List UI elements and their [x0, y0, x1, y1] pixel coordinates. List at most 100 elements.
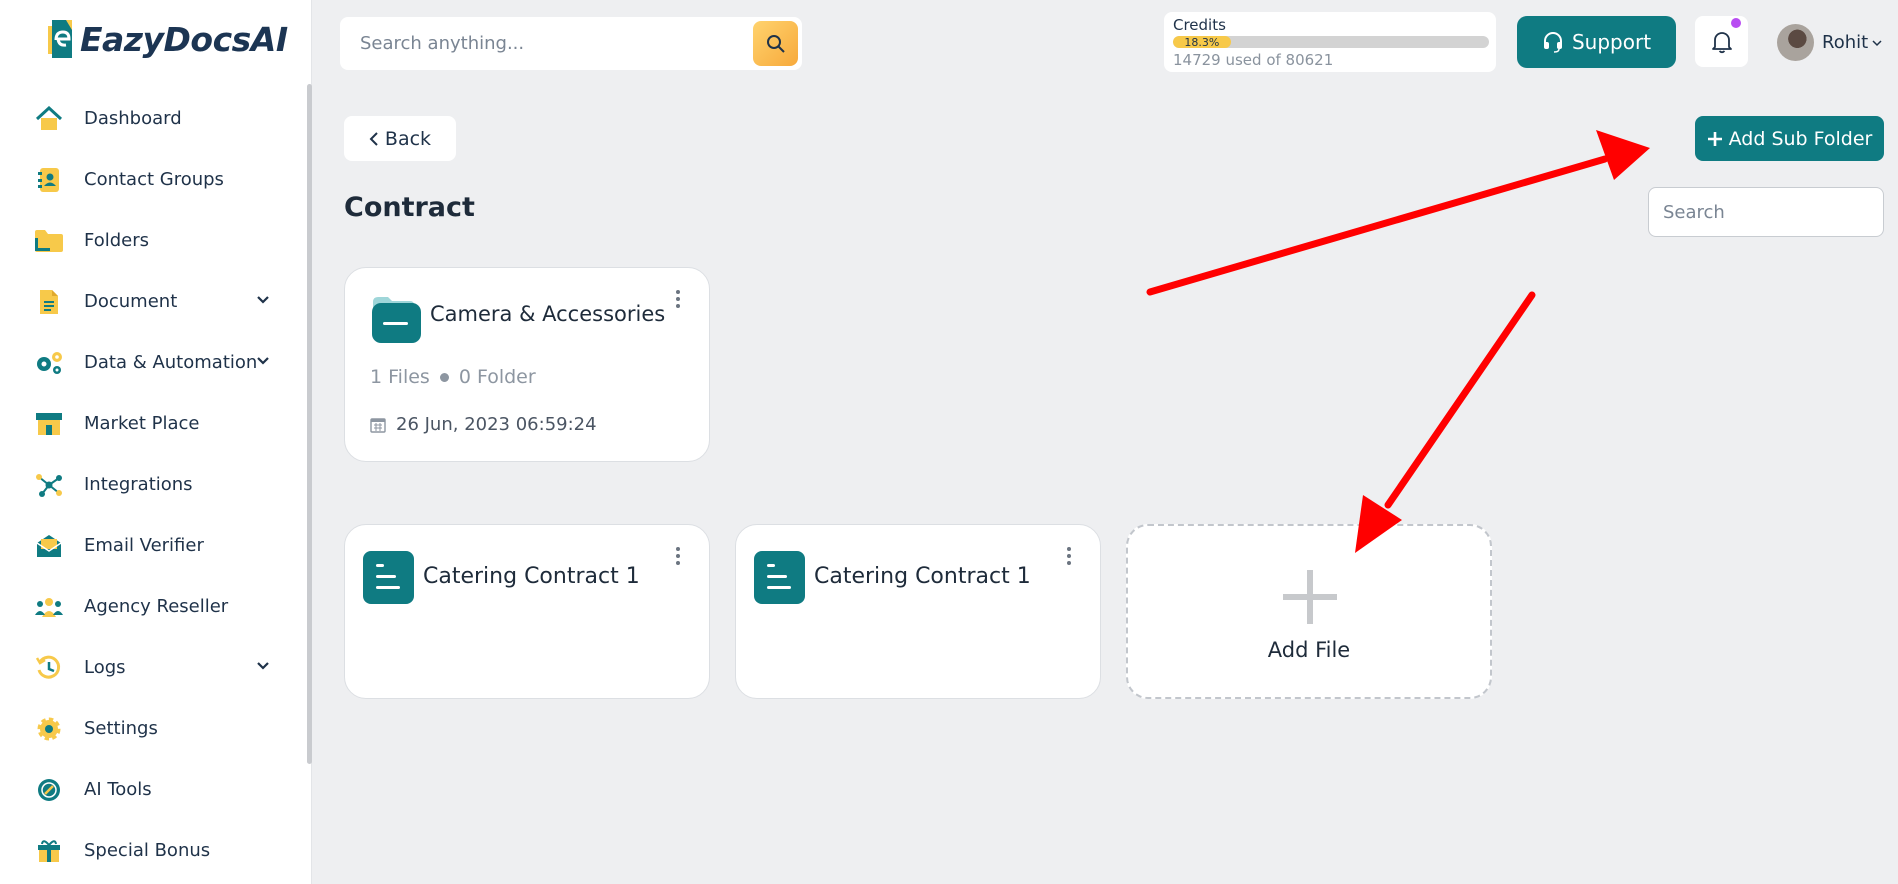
- back-label: Back: [384, 127, 432, 150]
- headset-icon: [1543, 32, 1562, 53]
- chevron-left-icon: [369, 131, 378, 146]
- more-options-icon[interactable]: [1066, 547, 1072, 565]
- plus-icon: [1283, 570, 1337, 624]
- file-name: Catering Contract 1: [423, 564, 640, 589]
- document-icon: [34, 287, 64, 317]
- global-search-input[interactable]: [360, 33, 740, 54]
- file-icon: [754, 551, 805, 604]
- file-card[interactable]: Catering Contract 1: [344, 524, 710, 699]
- contact-book-icon: [34, 165, 64, 195]
- sidebar-item-settings[interactable]: Settings: [0, 698, 300, 759]
- folder-search: [1648, 187, 1884, 237]
- folder-search-input[interactable]: [1649, 188, 1883, 236]
- annotation-arrow-to-add-sub-folder: [1146, 130, 1650, 296]
- credits-usage: 14729 used of 80621: [1173, 51, 1334, 69]
- add-file-card[interactable]: Add File: [1126, 524, 1492, 699]
- folder-folder-count: 0 Folder: [458, 366, 536, 388]
- sidebar-item-label: Folders: [84, 230, 150, 251]
- support-button[interactable]: Support: [1517, 16, 1676, 68]
- sidebar-item-label: AI Tools: [84, 779, 152, 800]
- credits-progress-bar: 18.3%: [1173, 36, 1489, 48]
- ai-tools-icon: [34, 775, 64, 805]
- notification-badge: [1731, 18, 1741, 28]
- sidebar-scrollbar[interactable]: [307, 84, 312, 764]
- sidebar-item-label: Special Bonus: [84, 840, 211, 861]
- sidebar-item-email-verifier[interactable]: Email Verifier: [0, 515, 300, 576]
- sidebar-item-label: Data & Automation: [84, 352, 258, 373]
- sidebar-item-label: Integrations: [84, 474, 193, 495]
- folder-icon: [34, 226, 64, 256]
- search-icon: [766, 34, 785, 53]
- support-label: Support: [1571, 30, 1652, 54]
- folder-date: 26 Jun, 2023 06:59:24: [370, 414, 597, 435]
- gift-icon: [34, 836, 64, 866]
- folder-date-text: 26 Jun, 2023 06:59:24: [396, 414, 597, 435]
- credits-title: Credits: [1173, 16, 1226, 34]
- credits-widget: Credits 18.3% 14729 used of 80621: [1164, 12, 1496, 72]
- chevron-down-icon[interactable]: [256, 354, 270, 368]
- folder-file-count: 1 Files: [370, 366, 430, 388]
- gear-icon: [34, 714, 64, 744]
- sidebar-item-document[interactable]: Document: [0, 271, 300, 332]
- agency-icon: [34, 592, 64, 622]
- annotation-arrow-to-add-file: [1355, 291, 1536, 553]
- file-icon: [363, 551, 414, 604]
- sidebar-item-label: Contact Groups: [84, 169, 224, 190]
- file-card[interactable]: Catering Contract 1: [735, 524, 1101, 699]
- user-menu[interactable]: Rohit: [1777, 24, 1882, 61]
- add-sub-folder-button[interactable]: Add Sub Folder: [1695, 116, 1884, 161]
- chevron-down-icon: [1872, 39, 1882, 46]
- back-button[interactable]: Back: [344, 116, 456, 161]
- sidebar-item-ai-tools[interactable]: AI Tools: [0, 759, 300, 820]
- folder-card[interactable]: Camera & Accessories 1 Files 0 Folder 26…: [344, 267, 710, 462]
- sidebar-item-integrations[interactable]: Integrations: [0, 454, 300, 515]
- credits-percent: 18.3%: [1184, 36, 1220, 48]
- sidebar-item-market-place[interactable]: Market Place: [0, 393, 300, 454]
- app-logo[interactable]: EazyDocsAI: [46, 18, 288, 60]
- sidebar-item-agency-reseller[interactable]: Agency Reseller: [0, 576, 300, 637]
- sidebar-item-label: Document: [84, 291, 178, 312]
- sidebar-item-label: Logs: [84, 657, 126, 678]
- add-file-label: Add File: [1267, 638, 1351, 662]
- sidebar-item-label: Dashboard: [84, 108, 182, 129]
- integrations-icon: [34, 470, 64, 500]
- chevron-down-icon[interactable]: [256, 293, 270, 307]
- bell-icon: [1711, 31, 1732, 53]
- user-name: Rohit: [1822, 32, 1869, 53]
- sidebar-item-label: Agency Reseller: [84, 596, 229, 617]
- more-options-icon[interactable]: [675, 290, 681, 308]
- sidebar-item-special-bonus[interactable]: Special Bonus: [0, 820, 300, 881]
- search-button[interactable]: [753, 21, 798, 66]
- folder-name: Camera & Accessories: [430, 302, 666, 326]
- folder-stats: 1 Files 0 Folder: [370, 366, 536, 388]
- add-sub-folder-label: Add Sub Folder: [1728, 127, 1873, 150]
- sidebar-item-label: Settings: [84, 718, 158, 739]
- app-name: EazyDocsAI: [80, 19, 288, 59]
- logo-icon: [48, 20, 72, 58]
- email-verifier-icon: [34, 531, 64, 561]
- more-options-icon[interactable]: [675, 547, 681, 565]
- calendar-icon: [370, 417, 386, 433]
- sidebar: EazyDocsAI Dashboard Contact Groups Fold…: [0, 0, 312, 884]
- credits-progress-fill: 18.3%: [1173, 36, 1231, 48]
- avatar: [1777, 24, 1814, 61]
- sidebar-item-contact-groups[interactable]: Contact Groups: [0, 149, 300, 210]
- sidebar-item-data-automation[interactable]: Data & Automation: [0, 332, 300, 393]
- notifications-button[interactable]: [1695, 16, 1748, 67]
- chevron-down-icon[interactable]: [256, 659, 270, 673]
- page-title: Contract: [344, 192, 475, 223]
- file-name: Catering Contract 1: [814, 564, 1031, 589]
- sidebar-nav: Dashboard Contact Groups Folders Documen…: [0, 88, 300, 881]
- plus-icon: [1707, 131, 1722, 146]
- folder-icon: [372, 297, 421, 343]
- global-search: [340, 17, 802, 70]
- sidebar-item-folders[interactable]: Folders: [0, 210, 300, 271]
- gears-icon: [34, 348, 64, 378]
- store-icon: [34, 409, 64, 439]
- sidebar-item-dashboard[interactable]: Dashboard: [0, 88, 300, 149]
- sidebar-item-label: Email Verifier: [84, 535, 204, 556]
- sidebar-item-logs[interactable]: Logs: [0, 637, 300, 698]
- home-icon: [34, 104, 64, 134]
- sidebar-item-label: Market Place: [84, 413, 200, 434]
- dot-separator: [439, 372, 449, 382]
